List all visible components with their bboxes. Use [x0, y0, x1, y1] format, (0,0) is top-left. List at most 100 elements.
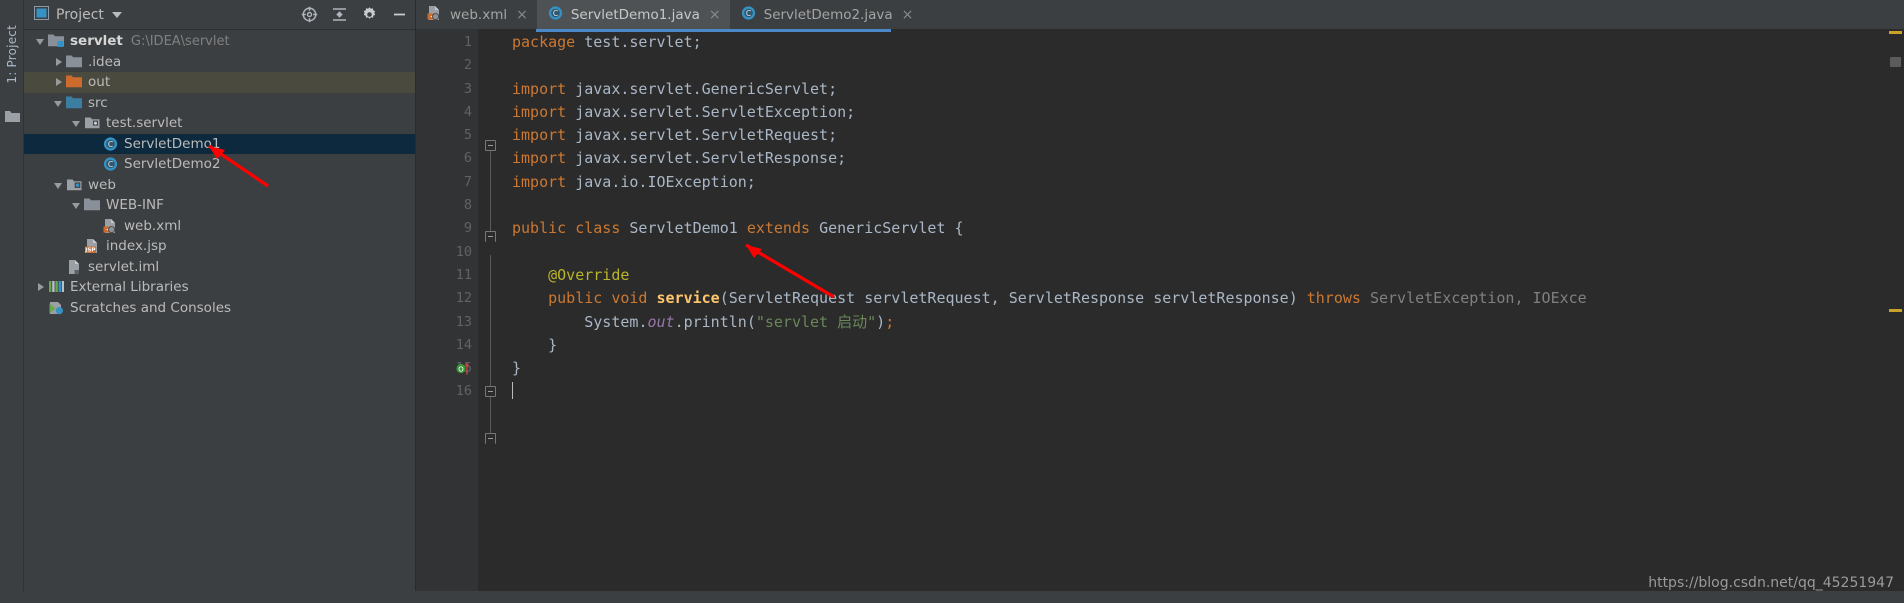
tree-toggle-down-icon[interactable] — [52, 178, 66, 192]
tree-row-web[interactable]: web — [24, 175, 415, 196]
tool-window-tab-project[interactable]: 1: Project — [0, 4, 24, 104]
tree-toggle-right-icon[interactable] — [34, 280, 48, 294]
line-number: 10 — [455, 243, 472, 260]
token: javax.servlet.ServletException; — [575, 102, 856, 121]
tree-row-src[interactable]: src — [24, 93, 415, 114]
editor-tab-servletdemo1-java[interactable]: C ServletDemo1.java × — [536, 0, 730, 29]
tree-row-label: ServletDemo2 — [124, 156, 221, 173]
override-method-icon[interactable]: O — [456, 361, 470, 375]
tree-row-servlet[interactable]: servlet G:\IDEA\servlet — [24, 31, 415, 52]
tree-row-test-servlet[interactable]: test.servlet — [24, 113, 415, 134]
close-icon[interactable]: × — [516, 7, 528, 23]
tree-toggle-down-icon[interactable] — [70, 198, 84, 212]
java-class-icon: C — [102, 136, 119, 152]
tree-row-out[interactable]: out — [24, 72, 415, 93]
status-strip-left — [0, 591, 1415, 603]
token: java.io.IOException; — [575, 172, 756, 191]
token: class — [575, 219, 621, 238]
tree-row-label: web — [88, 176, 116, 193]
fold-marker-imports[interactable] — [485, 140, 496, 151]
tree-row-scratches-and-consoles[interactable]: Scratches and Consoles — [24, 298, 415, 319]
collapse-all-icon[interactable] — [329, 4, 349, 24]
fold-line-class — [490, 255, 491, 390]
left-tool-strip: 1: Project — [0, 0, 24, 603]
token: out — [647, 312, 675, 331]
project-tree[interactable]: servlet G:\IDEA\servlet .idea out src test.se… — [24, 30, 415, 603]
tree-row-label: Scratches and Consoles — [70, 299, 232, 316]
fold-marker-method-end[interactable] — [485, 433, 496, 444]
fold-marker-imports-end[interactable] — [485, 231, 496, 242]
close-icon[interactable]: × — [709, 7, 721, 23]
tree-row-label: External Libraries — [70, 279, 189, 296]
editor-tab-bar[interactable]: < web.xml × C ServletDemo1.java × C ServletDemo… — [416, 0, 1904, 29]
editor-scrollbar[interactable] — [1882, 29, 1904, 603]
tree-row-label: web.xml — [124, 217, 182, 234]
line-number: 14 — [455, 336, 472, 353]
tree-row-servletdemo1[interactable]: C ServletDemo1 — [24, 133, 415, 154]
java-class-icon: C — [547, 5, 564, 25]
line-number-gutter[interactable]: 1 O 2345678910111213141516 — [416, 29, 478, 603]
java-class-icon: C — [102, 156, 119, 172]
tree-row-servletdemo2[interactable]: C ServletDemo2 — [24, 154, 415, 175]
tree-row-label: out — [88, 74, 111, 91]
editor-tab-servletdemo2-java[interactable]: C ServletDemo2.java × — [730, 0, 923, 29]
marker-warning[interactable] — [1889, 31, 1902, 34]
project-panel-header: Project — [24, 0, 415, 29]
tool-window-tab-project-label: 1: Project — [5, 24, 19, 84]
token: import — [512, 79, 567, 98]
token: "servlet 启动" — [755, 312, 877, 331]
code-content[interactable]: package test.servlet; import javax.servle… — [504, 29, 1882, 603]
module-folder-icon — [48, 33, 65, 49]
tree-row--idea[interactable]: .idea — [24, 52, 415, 73]
tree-row-web-xml[interactable]: < web.xml — [24, 216, 415, 237]
fold-marker-method[interactable] — [485, 386, 496, 397]
gear-icon[interactable] — [359, 4, 379, 24]
tree-row-servlet-iml[interactable]: servlet.iml — [24, 257, 415, 278]
token: public — [512, 219, 567, 238]
token: test.servlet; — [584, 33, 702, 51]
tree-toggle-down-icon[interactable] — [34, 34, 48, 48]
xml-file-icon: < — [102, 218, 119, 234]
tree-toggle-right-icon[interactable] — [52, 75, 66, 89]
marker-warning-2[interactable] — [1889, 309, 1902, 312]
line-number: 5 — [463, 127, 472, 144]
code-line-13: System.out.println("servlet 启动"); — [584, 312, 895, 331]
scratches-icon — [48, 300, 65, 316]
tree-row-label: servlet — [70, 33, 123, 50]
line-number: 8 — [463, 197, 472, 214]
active-tab-underline — [536, 29, 891, 32]
tree-toggle-right-icon[interactable] — [52, 55, 66, 69]
minimize-icon[interactable] — [389, 4, 409, 24]
scrollbar-thumb[interactable] — [1890, 57, 1901, 67]
project-tool-window: Project servlet G:\IDEA\servlet .idea ou… — [24, 0, 416, 603]
editor-tab-web-xml[interactable]: < web.xml × — [416, 0, 537, 29]
token: public — [548, 289, 603, 308]
tree-row-web-inf[interactable]: WEB-INF — [24, 195, 415, 216]
tree-toggle-down-icon[interactable] — [70, 116, 84, 130]
tree-row-index-jsp[interactable]: JSP index.jsp — [24, 236, 415, 257]
token: extends — [746, 219, 811, 238]
tree-toggle-down-icon[interactable] — [52, 96, 66, 110]
fold-line-method — [490, 397, 491, 433]
source-folder-icon — [66, 95, 83, 111]
code-line-16 — [504, 380, 1882, 403]
token: import — [512, 126, 567, 145]
tree-row-external-libraries[interactable]: External Libraries — [24, 277, 415, 298]
java-class-icon: C — [740, 5, 757, 25]
token: package — [512, 33, 576, 51]
folder-icon — [84, 197, 101, 213]
package-icon — [84, 115, 101, 131]
close-icon[interactable]: × — [902, 7, 914, 23]
idea-window: 1: Project Project servlet G:\IDEA\servl… — [0, 0, 1904, 603]
code-folding-column[interactable] — [478, 29, 504, 603]
text-caret — [512, 382, 513, 400]
tree-row-label: .idea — [88, 53, 122, 70]
code-line-11: @Override — [504, 264, 1882, 287]
project-panel-title: Project — [56, 6, 104, 23]
code-line-7: import java.io.IOException; — [504, 171, 1882, 194]
scroll-from-source-icon[interactable] — [299, 4, 319, 24]
chevron-down-icon[interactable] — [111, 11, 122, 18]
project-folder-strip-icon[interactable] — [5, 108, 20, 127]
